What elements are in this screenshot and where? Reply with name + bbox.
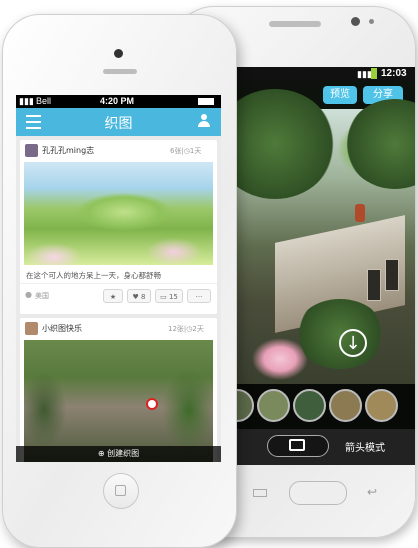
android-bottom-bar: 箭头模式 [235, 429, 415, 465]
post-username[interactable]: 孔孔孔ming志 [42, 145, 94, 156]
android-screen: ▮▮▮ 12:03 预览 分享 ↓ 箭头模式 [235, 67, 415, 465]
iphone-status-time: 4:20 PM [100, 96, 135, 106]
more-button[interactable]: ··· [187, 289, 211, 303]
android-status-bar: ▮▮▮ 12:03 [235, 67, 415, 81]
post-username[interactable]: 小织图快乐 [42, 323, 82, 334]
post-location[interactable]: 美国 [35, 291, 49, 301]
android-home-button[interactable] [289, 481, 347, 505]
iphone-home-button[interactable] [103, 473, 139, 509]
iphone-speaker [103, 69, 137, 74]
shrub [295, 299, 385, 369]
app-title: 织图 [104, 116, 133, 132]
home-square-icon [115, 485, 126, 496]
battery-icon [371, 68, 377, 79]
post-photo[interactable] [24, 162, 213, 265]
camera-button[interactable] [267, 435, 329, 457]
front-camera [351, 17, 360, 26]
filter-thumbnail[interactable] [329, 389, 362, 422]
house-window [367, 269, 381, 301]
post-card: 孔孔孔ming志 6张|◷1天 在这个可人的地方呆上一天，身心都舒畅 ● 美国 … [20, 140, 217, 314]
comment-count: 15 [168, 293, 178, 301]
create-label: 创建织图 [107, 449, 140, 458]
earpiece [269, 21, 321, 27]
star-icon: ★ [109, 293, 117, 301]
like-button[interactable]: ♥ 8 [127, 289, 151, 303]
post-caption: 在这个可人的地方呆上一天，身心都舒畅 [26, 271, 161, 280]
download-arrow-icon[interactable]: ↓ [339, 329, 367, 357]
back-key-icon[interactable]: ↩ [367, 485, 377, 499]
preview-button[interactable]: 预览 [323, 86, 357, 104]
camera-icon [289, 439, 305, 451]
menu-key-icon[interactable] [253, 489, 267, 497]
no-entry-sign-icon [146, 398, 158, 410]
sensor [369, 19, 374, 24]
like-count: 8 [141, 293, 146, 301]
location-icon: ● [25, 290, 32, 299]
arrow-mode-label[interactable]: 箭头模式 [345, 439, 385, 454]
house-window [385, 259, 399, 291]
filter-thumbnail[interactable] [365, 389, 398, 422]
iphone-screen: ▮▮▮ Bell 4:20 PM 织图 孔孔孔ming志 6张|◷1天 在这个可… [16, 95, 221, 462]
iphone-front-camera [114, 49, 123, 58]
iphone-status-bar: ▮▮▮ Bell 4:20 PM [16, 95, 221, 108]
post-photo[interactable] [24, 340, 213, 462]
heart-icon: ♥ [132, 293, 139, 301]
filter-thumbnail[interactable] [293, 389, 326, 422]
filter-thumbnail[interactable] [235, 389, 254, 422]
iphone: ▮▮▮ Bell 4:20 PM 织图 孔孔孔ming志 6张|◷1天 在这个可… [2, 14, 237, 548]
post-meta: 6张|◷1天 [170, 147, 202, 155]
garden-house-photo: ↓ [235, 89, 415, 384]
signal-icon: ▮▮▮ [19, 96, 34, 106]
plus-circle-icon: ⊕ [97, 449, 105, 458]
post-actions-divider [20, 283, 217, 284]
avatar[interactable] [25, 144, 38, 157]
create-zhitu-bar[interactable]: ⊕ 创建织图 [16, 446, 221, 462]
android-status-time: 12:03 [381, 68, 407, 79]
tree-foliage [345, 99, 415, 189]
post-meta: 12张|◷2天 [168, 325, 204, 333]
filter-thumbnail[interactable] [257, 389, 290, 422]
comment-button[interactable]: ▭ 15 [155, 289, 183, 303]
iphone-nav-bar: 织图 [16, 108, 221, 136]
carrier-label: Bell [36, 96, 52, 106]
avatar[interactable] [25, 322, 38, 335]
battery-icon [198, 98, 214, 105]
profile-icon[interactable] [198, 114, 210, 128]
signal-icon: ▮▮▮ [357, 69, 372, 79]
filter-thumbnails [235, 384, 415, 429]
favorite-button[interactable]: ★ [103, 289, 123, 303]
post-card: 小织图快乐 12张|◷2天 [20, 318, 217, 462]
comment-icon: ▭ [160, 293, 167, 301]
lantern [355, 204, 365, 222]
